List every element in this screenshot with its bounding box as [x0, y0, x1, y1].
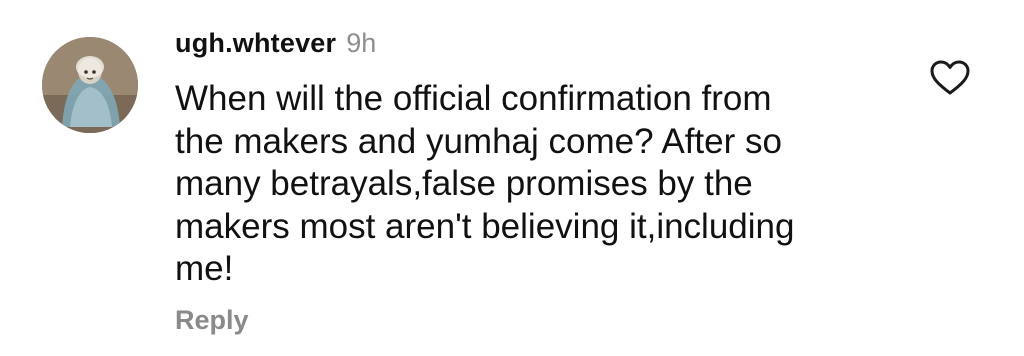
username[interactable]: ugh.whtever	[175, 28, 336, 59]
timestamp: 9h	[346, 28, 377, 58]
like-button[interactable]	[930, 60, 970, 96]
avatar-image	[42, 37, 138, 133]
comment-header: ugh.whtever 9h	[175, 28, 376, 64]
comment-text: When will the official confirmation from…	[175, 79, 795, 288]
reply-button[interactable]: Reply	[175, 305, 249, 336]
avatar[interactable]	[42, 37, 138, 133]
heart-outline-icon	[930, 60, 970, 95]
comment-item: ugh.whtever 9h When will the official co…	[0, 0, 1024, 356]
